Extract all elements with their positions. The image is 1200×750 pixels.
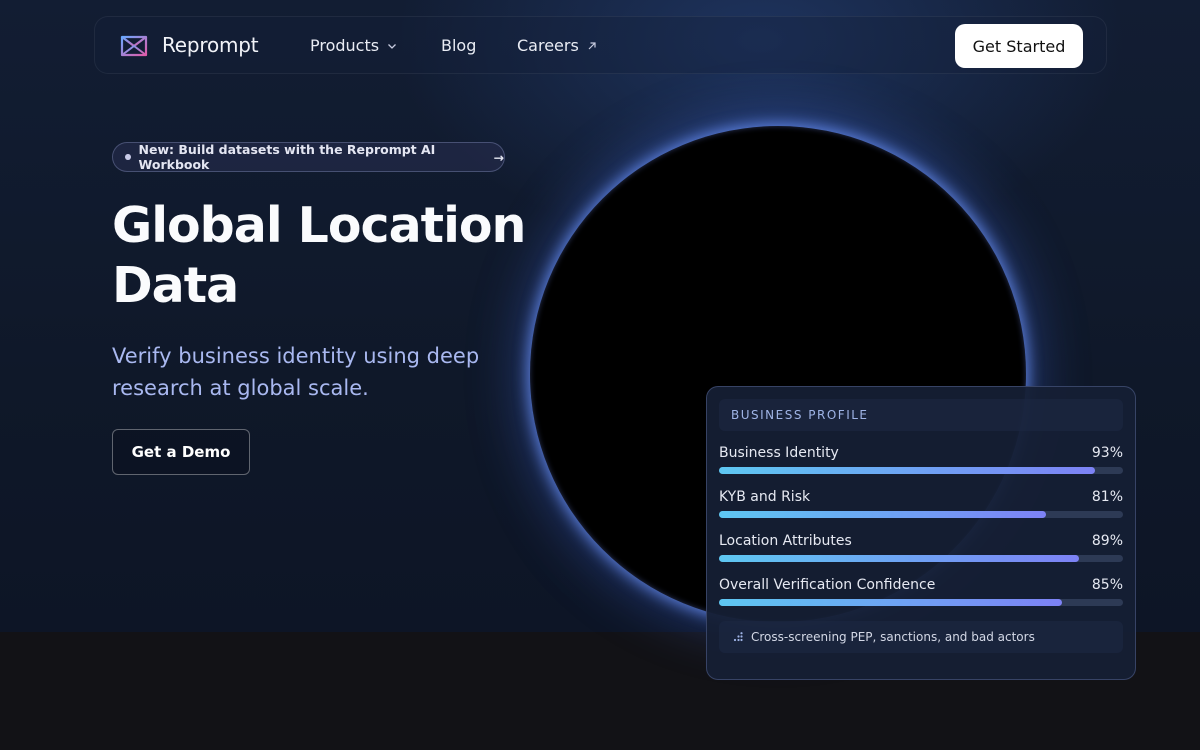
progress-fill bbox=[719, 467, 1095, 474]
announcement-badge[interactable]: New: Build datasets with the Reprompt AI… bbox=[112, 142, 505, 172]
card-title: BUSINESS PROFILE bbox=[731, 408, 869, 422]
business-profile-card: BUSINESS PROFILE Business Identity 93% K… bbox=[706, 386, 1136, 680]
brand-name[interactable]: Reprompt bbox=[162, 33, 259, 57]
metric-value: 93% bbox=[1091, 445, 1123, 461]
metric-label: Overall Verification Confidence bbox=[719, 577, 936, 593]
external-link-icon bbox=[588, 41, 596, 49]
nav-blog-label: Blog bbox=[441, 36, 477, 55]
card-footer: Cross-screening PEP, sanctions, and bad … bbox=[719, 621, 1123, 653]
chevron-down-icon bbox=[388, 43, 397, 49]
metric-kyb-risk: KYB and Risk 81% bbox=[719, 489, 1123, 519]
nav-products[interactable]: Products bbox=[310, 36, 397, 55]
card-header: BUSINESS PROFILE bbox=[719, 399, 1123, 431]
reprompt-logo-icon[interactable] bbox=[120, 33, 148, 59]
hero-subheading: Verify business identity using deep rese… bbox=[112, 344, 480, 400]
title-line-1: Global Location bbox=[112, 197, 526, 254]
title-line-2: Data bbox=[112, 257, 239, 314]
metric-overall-confidence: Overall Verification Confidence 85% bbox=[719, 577, 1123, 607]
metric-label: KYB and Risk bbox=[719, 489, 811, 505]
progress-track bbox=[719, 599, 1123, 606]
progress-fill bbox=[719, 599, 1063, 606]
metric-value: 89% bbox=[1091, 533, 1123, 549]
progress-track bbox=[719, 511, 1123, 518]
metric-value: 85% bbox=[1091, 577, 1123, 593]
progress-track bbox=[719, 555, 1123, 562]
get-demo-button[interactable]: Get a Demo bbox=[112, 429, 250, 475]
scan-dots-icon bbox=[733, 632, 743, 642]
progress-fill bbox=[719, 511, 1047, 518]
progress-track bbox=[719, 467, 1123, 474]
badge-text: New: Build datasets with the Reprompt AI… bbox=[138, 142, 436, 172]
get-started-button[interactable]: Get Started bbox=[955, 24, 1083, 68]
metric-location-attributes: Location Attributes 89% bbox=[719, 533, 1123, 563]
arrow-right-icon: → bbox=[493, 149, 504, 165]
metric-value: 81% bbox=[1091, 489, 1123, 505]
progress-fill bbox=[719, 555, 1079, 562]
nav-products-label: Products bbox=[310, 36, 380, 55]
nav-blog[interactable]: Blog bbox=[441, 36, 476, 55]
badge-dot-icon bbox=[125, 154, 131, 160]
nav-careers-label: Careers bbox=[517, 36, 579, 55]
metric-label: Location Attributes bbox=[719, 533, 852, 549]
page-title: Global Location Data bbox=[112, 196, 532, 316]
footer-text: Cross-screening PEP, sanctions, and bad … bbox=[751, 630, 1035, 644]
metric-label: Business Identity bbox=[719, 445, 839, 461]
nav-careers[interactable]: Careers bbox=[517, 36, 597, 55]
metric-business-identity: Business Identity 93% bbox=[719, 445, 1123, 475]
